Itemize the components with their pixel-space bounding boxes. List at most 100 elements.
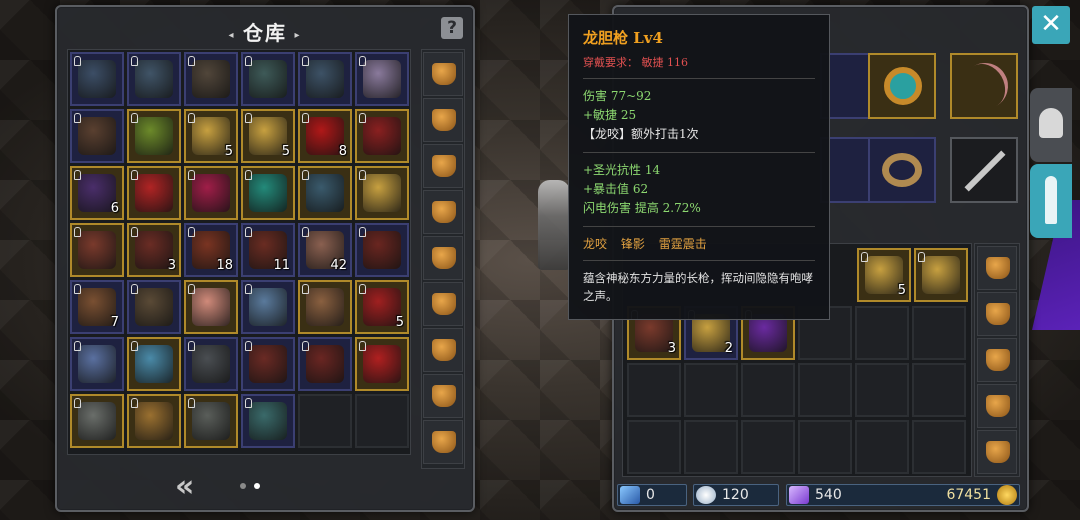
storage-slot[interactable] bbox=[241, 166, 295, 220]
storage-slot[interactable] bbox=[127, 394, 181, 448]
storage-slot[interactable] bbox=[355, 223, 409, 277]
currency-blue-gem: 0 bbox=[617, 484, 687, 506]
storage-slot[interactable] bbox=[355, 52, 409, 106]
storage-bag-slot[interactable] bbox=[423, 236, 463, 280]
help-icon[interactable]: ? bbox=[441, 17, 463, 39]
bag-pouch-slot[interactable] bbox=[977, 338, 1017, 382]
bag-slot[interactable] bbox=[798, 420, 852, 474]
storage-slot[interactable] bbox=[241, 337, 295, 391]
title-deco-right-icon: ▸ bbox=[294, 29, 302, 41]
bag-slot[interactable] bbox=[684, 363, 738, 417]
bag-slot[interactable] bbox=[912, 363, 966, 417]
bag-slot[interactable] bbox=[855, 306, 909, 360]
bag-slot[interactable] bbox=[914, 248, 968, 302]
bag-pouch-slot[interactable] bbox=[977, 384, 1017, 428]
divider bbox=[583, 260, 815, 261]
storage-slot[interactable] bbox=[184, 337, 238, 391]
storage-slot[interactable]: 5 bbox=[241, 109, 295, 163]
bag-slot[interactable] bbox=[855, 363, 909, 417]
bag-slot[interactable] bbox=[741, 363, 795, 417]
bag-slot[interactable] bbox=[741, 420, 795, 474]
storage-bag-slot[interactable] bbox=[423, 98, 463, 142]
storage-slot[interactable] bbox=[70, 394, 124, 448]
storage-slot[interactable] bbox=[298, 166, 352, 220]
bag-slot[interactable] bbox=[855, 420, 909, 474]
storage-slot[interactable] bbox=[241, 52, 295, 106]
storage-slot[interactable] bbox=[298, 52, 352, 106]
bag-slot[interactable] bbox=[912, 420, 966, 474]
storage-slot[interactable] bbox=[127, 280, 181, 334]
bag-pouch-slot[interactable] bbox=[977, 246, 1017, 290]
item-count: 18 bbox=[216, 258, 233, 273]
storage-slot[interactable] bbox=[70, 223, 124, 277]
bag-slot[interactable] bbox=[627, 420, 681, 474]
equip-slot-bracelet[interactable] bbox=[868, 137, 936, 203]
storage-slot[interactable]: 5 bbox=[184, 109, 238, 163]
bag-slot[interactable] bbox=[798, 363, 852, 417]
set-skill: 龙咬 bbox=[583, 237, 608, 251]
storage-slot[interactable]: 42 bbox=[298, 223, 352, 277]
crystal-value: 540 bbox=[815, 487, 842, 503]
storage-bag-slot[interactable] bbox=[423, 52, 463, 96]
page-dot-2[interactable] bbox=[254, 483, 260, 489]
pouch-icon bbox=[986, 395, 1010, 417]
storage-bag-slot[interactable] bbox=[423, 190, 463, 234]
bag-pouch-slot[interactable] bbox=[977, 292, 1017, 336]
storage-grid: 5 5 8 6 3 18 11 42 7 5 bbox=[67, 49, 411, 455]
item-icon bbox=[135, 402, 173, 440]
storage-slot[interactable]: 11 bbox=[241, 223, 295, 277]
storage-slot[interactable] bbox=[127, 109, 181, 163]
blue-gem-value: 0 bbox=[646, 487, 655, 503]
storage-bag-slot[interactable] bbox=[423, 282, 463, 326]
equip-slot-bow[interactable] bbox=[950, 53, 1018, 119]
storage-slot[interactable] bbox=[127, 166, 181, 220]
storage-slot[interactable] bbox=[355, 337, 409, 391]
page-dot-1[interactable] bbox=[240, 483, 246, 489]
storage-slot[interactable]: 6 bbox=[70, 166, 124, 220]
storage-slot[interactable] bbox=[127, 337, 181, 391]
lock-icon bbox=[188, 170, 195, 180]
storage-slot[interactable]: 18 bbox=[184, 223, 238, 277]
storage-slot[interactable] bbox=[184, 394, 238, 448]
equip-slot-ring[interactable] bbox=[868, 53, 936, 119]
storage-slot[interactable] bbox=[70, 52, 124, 106]
storage-slot[interactable] bbox=[184, 166, 238, 220]
tab-equipment[interactable] bbox=[1030, 88, 1072, 162]
bag-slot[interactable] bbox=[627, 363, 681, 417]
bag-slot[interactable] bbox=[684, 420, 738, 474]
storage-slot[interactable] bbox=[355, 394, 409, 448]
storage-slot[interactable] bbox=[241, 280, 295, 334]
storage-bag-slot[interactable] bbox=[423, 420, 463, 464]
storage-slot[interactable] bbox=[70, 109, 124, 163]
bag-pouch-slot[interactable] bbox=[977, 430, 1017, 474]
storage-slot[interactable]: 8 bbox=[298, 109, 352, 163]
bag-slot[interactable] bbox=[912, 306, 966, 360]
storage-bag-slot[interactable] bbox=[423, 374, 463, 418]
equip-slot-weapon[interactable] bbox=[950, 137, 1018, 203]
bag-slot[interactable]: 5 bbox=[857, 248, 911, 302]
lock-icon bbox=[188, 398, 195, 408]
storage-slot[interactable] bbox=[298, 337, 352, 391]
close-button[interactable]: ✕ bbox=[1032, 6, 1070, 44]
item-icon bbox=[78, 117, 116, 155]
storage-slot[interactable] bbox=[355, 166, 409, 220]
storage-bag-slot[interactable] bbox=[423, 328, 463, 372]
storage-bag-slot[interactable] bbox=[423, 144, 463, 188]
item-icon bbox=[306, 60, 344, 98]
storage-slot[interactable] bbox=[184, 280, 238, 334]
lock-icon bbox=[131, 56, 138, 66]
storage-slot[interactable] bbox=[355, 109, 409, 163]
storage-slot[interactable]: 5 bbox=[355, 280, 409, 334]
page-prev-button[interactable]: « bbox=[175, 469, 194, 504]
storage-slot[interactable]: 7 bbox=[70, 280, 124, 334]
tab-weapons[interactable] bbox=[1030, 164, 1072, 238]
storage-slot[interactable] bbox=[298, 280, 352, 334]
storage-slot[interactable] bbox=[241, 394, 295, 448]
item-icon bbox=[78, 402, 116, 440]
storage-slot[interactable] bbox=[298, 394, 352, 448]
storage-slot[interactable]: 3 bbox=[127, 223, 181, 277]
storage-slot[interactable] bbox=[127, 52, 181, 106]
storage-slot[interactable] bbox=[184, 52, 238, 106]
storage-title-text: 仓库 bbox=[243, 21, 287, 45]
storage-slot[interactable] bbox=[70, 337, 124, 391]
